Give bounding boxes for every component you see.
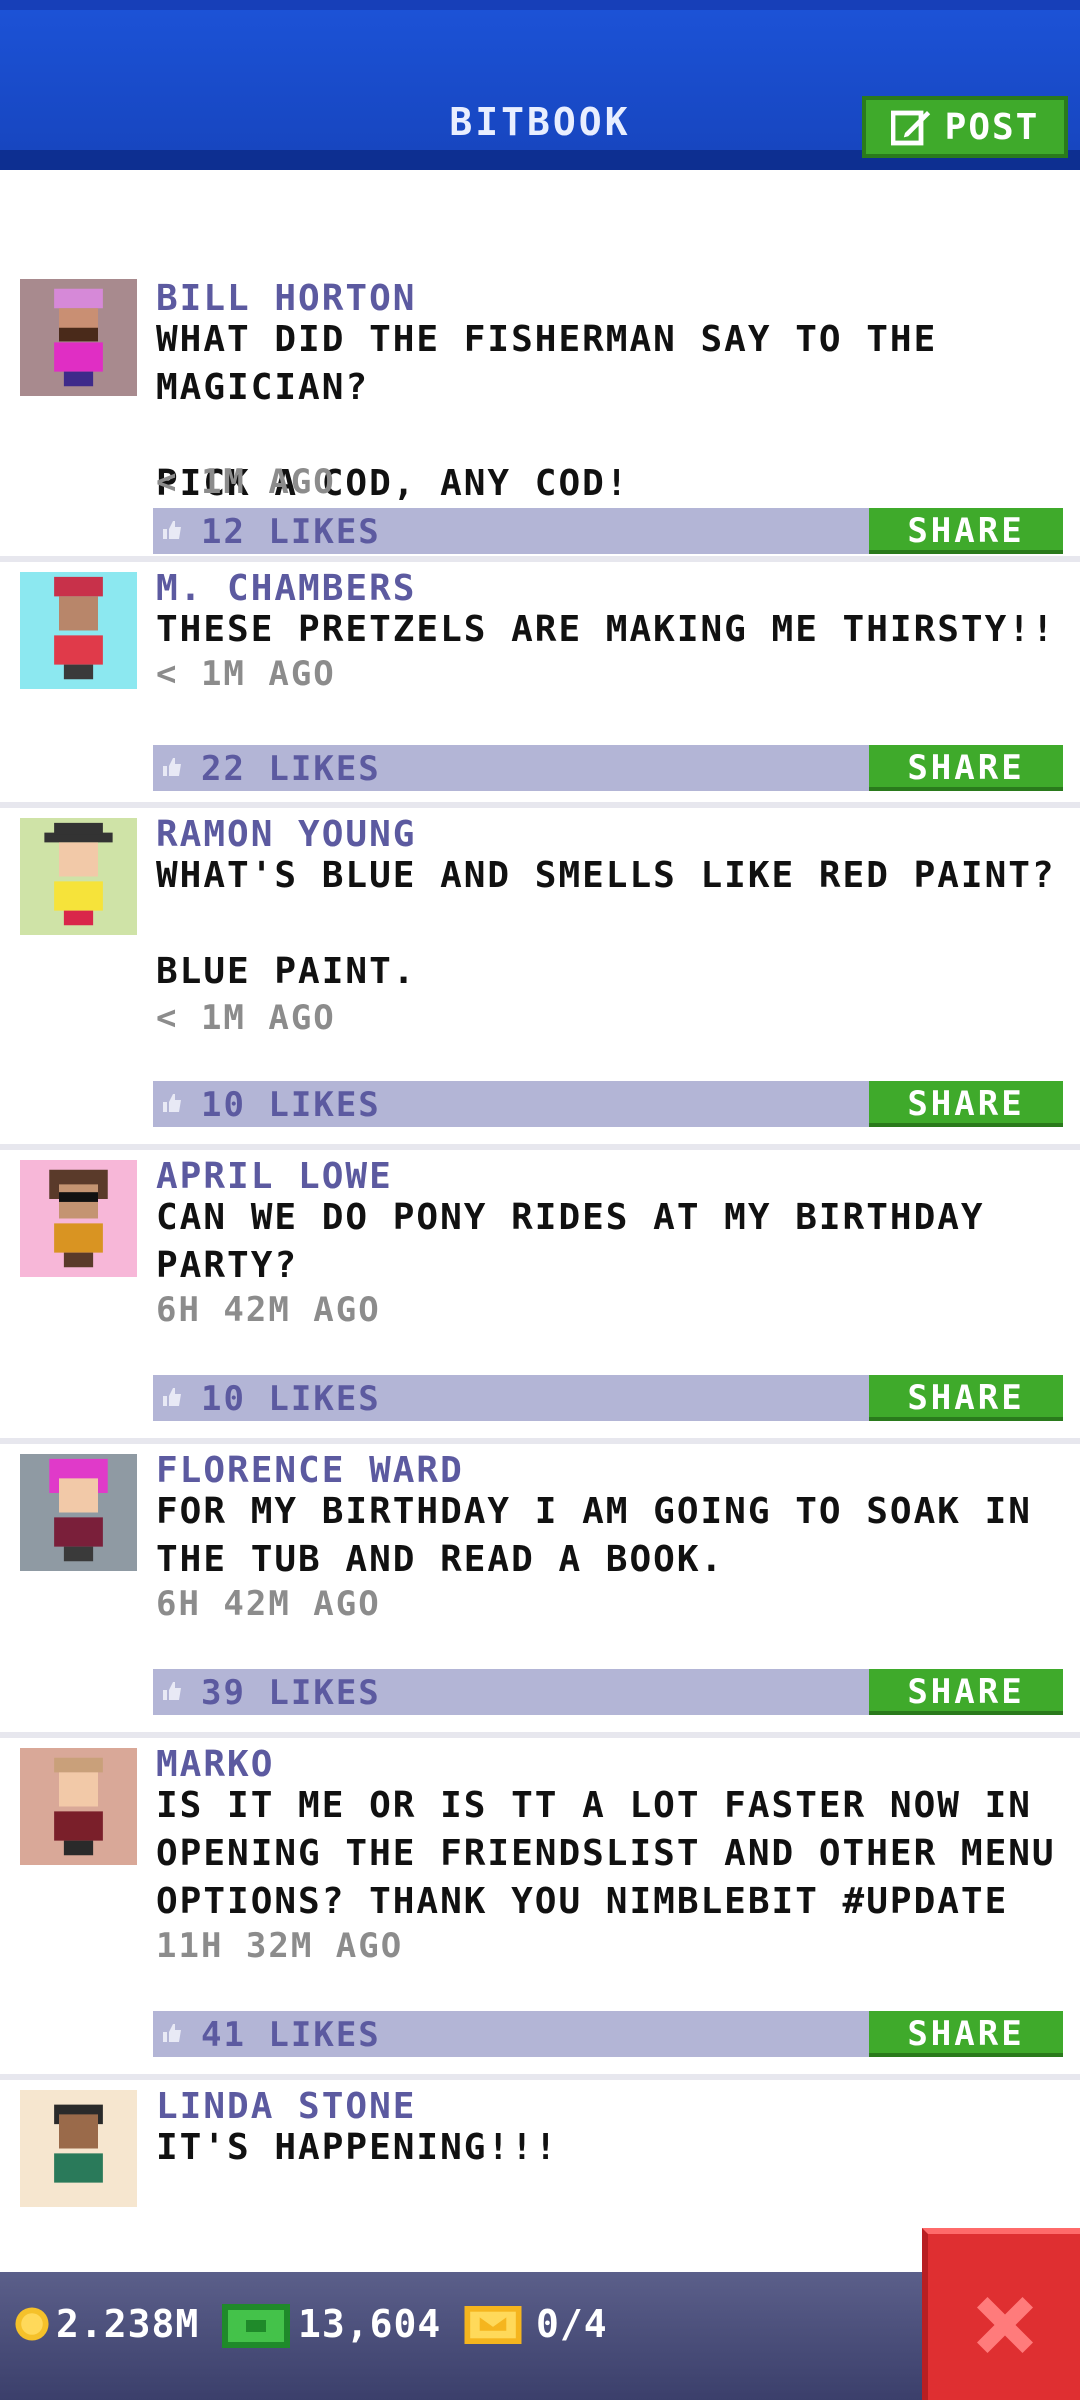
like-count[interactable]: 10 LIKES (201, 1379, 381, 1419)
post-button-label: POST (944, 106, 1040, 148)
post-item: FLORENCE WARD FOR MY BIRTHDAY I AM GOING… (0, 1444, 1080, 1738)
avatar[interactable] (20, 1454, 137, 1571)
share-button[interactable]: SHARE (869, 2011, 1063, 2057)
post-time: 6H 42M AGO (156, 1290, 381, 1330)
like-count[interactable]: 10 LIKES (201, 1085, 381, 1125)
author-name[interactable]: BILL HORTON (156, 278, 416, 319)
author-name[interactable]: LINDA STONE (156, 2086, 416, 2127)
bux-count: 13,604 (298, 2302, 442, 2346)
edit-icon (890, 110, 930, 146)
post-item: APRIL LOWE CAN WE DO PONY RIDES AT MY BI… (0, 1150, 1080, 1444)
post-message: IS IT ME OR IS TT A LOT FASTER NOW IN OP… (156, 1785, 1080, 1922)
avatar[interactable] (20, 818, 137, 935)
author-name[interactable]: RAMON YOUNG (156, 814, 416, 855)
share-button[interactable]: SHARE (869, 745, 1063, 791)
post-message: THESE PRETZELS ARE MAKING ME THIRSTY!! (156, 609, 1056, 650)
coin-icon (15, 2307, 49, 2341)
avatar[interactable] (20, 279, 137, 396)
thumbs-up-icon[interactable] (163, 758, 183, 776)
author-name[interactable]: M. CHAMBERS (156, 568, 416, 609)
bux-icon (222, 2304, 290, 2348)
status-bar: 2.238M 13,604 0/4 (0, 2272, 1080, 2400)
post-time: < 1M AGO (156, 998, 336, 1038)
like-count[interactable]: 41 LIKES (201, 2015, 381, 2055)
post-item: RAMON YOUNG WHAT'S BLUE AND SMELLS LIKE … (0, 808, 1080, 1150)
post-message: WHAT'S BLUE AND SMELLS LIKE RED PAINT? B… (156, 855, 1056, 992)
ticket-icon (464, 2306, 522, 2344)
thumbs-up-icon[interactable] (163, 1094, 183, 1112)
post-time: < 1M AGO (156, 654, 336, 694)
thumbs-up-icon[interactable] (163, 2024, 183, 2042)
author-name[interactable]: FLORENCE WARD (156, 1450, 464, 1491)
author-name[interactable]: MARKO (156, 1744, 274, 1785)
share-button[interactable]: SHARE (869, 1669, 1063, 1715)
post-item: BILL HORTON WHAT DID THE FISHERMAN SAY T… (0, 272, 1080, 562)
post-time: 6H 42M AGO (156, 1584, 381, 1624)
avatar[interactable] (20, 1748, 137, 1865)
post-message: FOR MY BIRTHDAY I AM GOING TO SOAK IN TH… (156, 1491, 1056, 1580)
avatar[interactable] (20, 572, 137, 689)
share-button[interactable]: SHARE (869, 1375, 1063, 1421)
like-bar: 10 LIKES SHARE (153, 1081, 1063, 1127)
close-icon (977, 2297, 1033, 2353)
thumbs-up-icon[interactable] (163, 1682, 183, 1700)
share-button[interactable]: SHARE (869, 1081, 1063, 1127)
share-button[interactable]: SHARE (869, 508, 1063, 554)
app-header: BITBOOK POST (0, 0, 1080, 170)
ticket-count: 0/4 (536, 2302, 608, 2346)
post-message: CAN WE DO PONY RIDES AT MY BIRTHDAY PART… (156, 1197, 1009, 1286)
avatar[interactable] (20, 1160, 137, 1277)
post-item: MARKO IS IT ME OR IS TT A LOT FASTER NOW… (0, 1738, 1080, 2080)
like-bar: 39 LIKES SHARE (153, 1669, 1063, 1715)
like-bar: 12 LIKES SHARE (153, 508, 1063, 554)
coin-count: 2.238M (56, 2302, 200, 2346)
post-time: < 1M AGO (156, 462, 336, 502)
like-bar: 22 LIKES SHARE (153, 745, 1063, 791)
avatar[interactable] (20, 2090, 137, 2207)
post-time: 11H 32M AGO (156, 1926, 404, 1966)
post-feed[interactable]: BILL HORTON WHAT DID THE FISHERMAN SAY T… (0, 170, 1080, 2270)
like-count[interactable]: 12 LIKES (201, 512, 381, 552)
like-count[interactable]: 39 LIKES (201, 1673, 381, 1713)
post-button[interactable]: POST (862, 96, 1068, 158)
close-button[interactable] (922, 2228, 1080, 2400)
post-item: M. CHAMBERS THESE PRETZELS ARE MAKING ME… (0, 562, 1080, 808)
thumbs-up-icon[interactable] (163, 1388, 183, 1406)
like-count[interactable]: 22 LIKES (201, 749, 381, 789)
author-name[interactable]: APRIL LOWE (156, 1156, 393, 1197)
post-message: IT'S HAPPENING!!! (156, 2127, 559, 2168)
post-item: LINDA STONE IT'S HAPPENING!!! (0, 2080, 1080, 2270)
like-bar: 10 LIKES SHARE (153, 1375, 1063, 1421)
thumbs-up-icon[interactable] (163, 521, 183, 539)
like-bar: 41 LIKES SHARE (153, 2011, 1063, 2057)
